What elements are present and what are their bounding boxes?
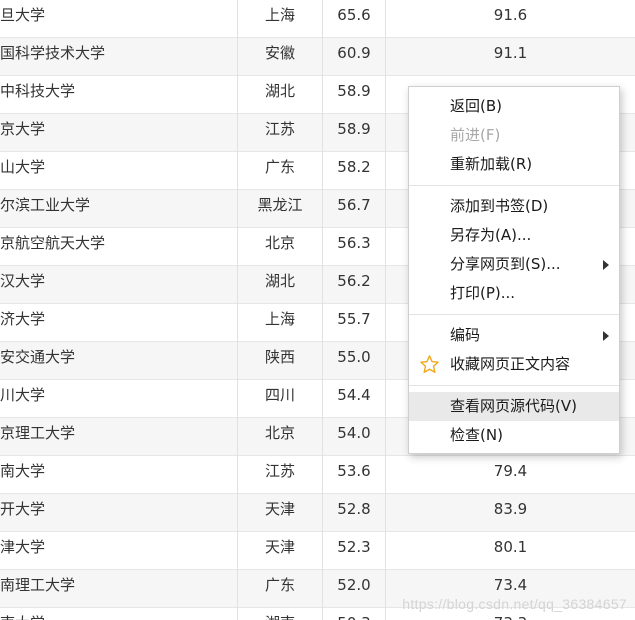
- name-cell: 北京理工大学: [0, 424, 76, 442]
- province-cell: 上海: [237, 0, 322, 38]
- score2-cell: 91.6: [385, 0, 635, 38]
- province-cell: 黑龙江: [237, 190, 322, 228]
- menu-item-print[interactable]: 打印(P)...: [409, 279, 619, 308]
- menu-item-collect-label: 收藏网页正文内容: [450, 355, 571, 373]
- score-cell: 54.4: [322, 380, 385, 418]
- score2-cell: 79.4: [385, 456, 635, 494]
- score-cell: 56.7: [322, 190, 385, 228]
- table-row: 复旦大学 上海 65.6 91.6: [0, 0, 635, 38]
- name-cell: 复旦大学: [0, 6, 46, 24]
- menu-separator: [409, 385, 619, 386]
- score-cell: 53.6: [322, 456, 385, 494]
- table-row: 南开大学 天津 52.8 83.9: [0, 494, 635, 532]
- name-cell: 华南理工大学: [0, 576, 76, 594]
- star-icon: [420, 355, 439, 373]
- submenu-arrow-icon: [603, 260, 609, 270]
- score-cell: 56.3: [322, 228, 385, 266]
- name-cell: 四川大学: [0, 386, 46, 404]
- menu-item-reload[interactable]: 重新加载(R): [409, 150, 619, 179]
- score-cell: 52.3: [322, 532, 385, 570]
- score2-cell: 83.9: [385, 494, 635, 532]
- menu-item-encoding-label: 编码: [450, 326, 481, 344]
- name-cell: 西安交通大学: [0, 348, 76, 366]
- name-cell: 中山大学: [0, 158, 46, 176]
- name-cell: 北京航空航天大学: [0, 234, 106, 252]
- score2-cell: 91.1: [385, 38, 635, 76]
- name-cell: 天津大学: [0, 538, 46, 556]
- table-row: 天津大学 天津 52.3 80.1: [0, 532, 635, 570]
- menu-separator: [409, 185, 619, 186]
- province-cell: 陕西: [237, 342, 322, 380]
- province-cell: 广东: [237, 152, 322, 190]
- menu-item-save-as[interactable]: 另存为(A)...: [409, 221, 619, 250]
- menu-item-encoding[interactable]: 编码: [409, 321, 619, 350]
- province-cell: 天津: [237, 494, 322, 532]
- province-cell: 上海: [237, 304, 322, 342]
- menu-item-collect[interactable]: 收藏网页正文内容: [409, 350, 619, 379]
- menu-item-share[interactable]: 分享网页到(S)...: [409, 250, 619, 279]
- province-cell: 安徽: [237, 38, 322, 76]
- menu-item-view-source[interactable]: 查看网页源代码(V): [409, 392, 619, 421]
- score-cell: 55.0: [322, 342, 385, 380]
- watermark: https://blog.csdn.net/qq_36384657: [402, 596, 627, 612]
- score-cell: 58.9: [322, 76, 385, 114]
- province-cell: 湖北: [237, 76, 322, 114]
- score-cell: 54.0: [322, 418, 385, 456]
- name-cell: 哈尔滨工业大学: [0, 196, 91, 214]
- score-cell: 60.9: [322, 38, 385, 76]
- score-cell: 56.2: [322, 266, 385, 304]
- submenu-arrow-icon: [603, 331, 609, 341]
- name-cell: 东南大学: [0, 462, 46, 480]
- score2-cell: 80.1: [385, 532, 635, 570]
- province-cell: 广东: [237, 570, 322, 608]
- menu-item-share-label: 分享网页到(S)...: [450, 255, 561, 273]
- province-cell: 江苏: [237, 114, 322, 152]
- name-cell: 武汉大学: [0, 272, 46, 290]
- name-cell: 中南大学: [0, 608, 237, 620]
- menu-item-forward: 前进(F): [450, 126, 501, 144]
- score-cell: 52.8: [322, 494, 385, 532]
- score-cell: 65.6: [322, 0, 385, 38]
- score-cell: 55.7: [322, 304, 385, 342]
- province-cell: 湖北: [237, 266, 322, 304]
- province-cell: 北京: [237, 418, 322, 456]
- score-cell: 50.3: [322, 608, 385, 620]
- menu-item-back[interactable]: 返回(B): [409, 92, 619, 121]
- context-menu: 返回(B) 前进(F) 重新加载(R) 添加到书签(D) 另存为(A)... 分…: [408, 86, 620, 454]
- table-row: 东南大学 江苏 53.6 79.4: [0, 456, 635, 494]
- table-row: 中国科学技术大学 安徽 60.9 91.1: [0, 38, 635, 76]
- province-cell: 四川: [237, 380, 322, 418]
- name-cell: 华中科技大学: [0, 82, 76, 100]
- name-cell: 同济大学: [0, 310, 46, 328]
- score-cell: 52.0: [322, 570, 385, 608]
- province-cell: 天津: [237, 532, 322, 570]
- name-cell: 中国科学技术大学: [0, 44, 106, 62]
- province-cell: 湖南: [237, 608, 322, 620]
- name-cell: 南开大学: [0, 500, 46, 518]
- province-cell: 江苏: [237, 456, 322, 494]
- name-cell: 南京大学: [0, 120, 46, 138]
- score-cell: 58.2: [322, 152, 385, 190]
- menu-item-bookmark[interactable]: 添加到书签(D): [409, 192, 619, 221]
- province-cell: 北京: [237, 228, 322, 266]
- menu-item-inspect[interactable]: 检查(N): [409, 421, 619, 450]
- score-cell: 58.9: [322, 114, 385, 152]
- menu-separator: [409, 314, 619, 315]
